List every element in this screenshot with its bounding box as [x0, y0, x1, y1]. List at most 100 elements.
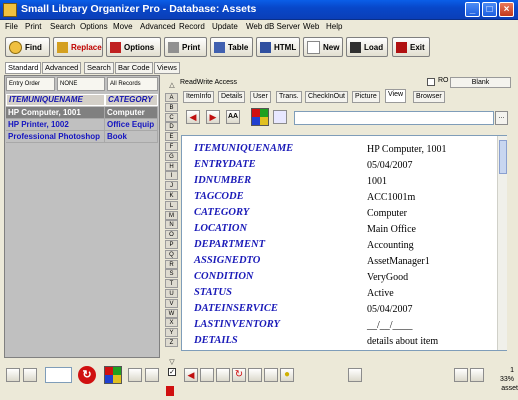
- tab-iteminfo[interactable]: ItemInfo: [183, 91, 215, 103]
- alphabet-letter-t[interactable]: T: [165, 279, 178, 289]
- replace-button[interactable]: Replace: [53, 37, 103, 57]
- tab-search[interactable]: Search: [84, 62, 114, 74]
- check-icon[interactable]: ✓: [168, 368, 176, 376]
- tab-browser[interactable]: Browser: [413, 91, 445, 103]
- alphabet-letter-v[interactable]: V: [165, 298, 178, 308]
- exit-button[interactable]: Exit: [392, 37, 430, 57]
- menu-update[interactable]: Update: [212, 22, 238, 31]
- delete-icon[interactable]: [216, 368, 230, 382]
- alphabet-letter-r[interactable]: R: [165, 259, 178, 269]
- alphabet-letter-h[interactable]: H: [165, 161, 178, 171]
- alphabet-letter-q[interactable]: Q: [165, 249, 178, 259]
- scroll-thumb[interactable]: [499, 140, 507, 174]
- menu-web-db-server[interactable]: Web dB Server: [246, 22, 300, 31]
- blank-button[interactable]: Blank: [450, 77, 511, 88]
- refresh-icon[interactable]: ↻: [78, 366, 96, 384]
- alphabet-letter-d[interactable]: D: [165, 122, 178, 132]
- url-input[interactable]: [294, 111, 494, 125]
- scroll-up-icon[interactable]: △: [167, 81, 177, 91]
- tab-checkinout[interactable]: CheckInOut: [305, 91, 348, 103]
- tab-bar-code[interactable]: Bar Code: [115, 62, 153, 74]
- menu-web[interactable]: Web: [303, 22, 319, 31]
- save-record-icon[interactable]: [348, 368, 362, 382]
- color-grid-icon[interactable]: [104, 366, 122, 384]
- none-sort-button[interactable]: NONE: [57, 77, 105, 91]
- find-button[interactable]: Find: [5, 37, 50, 57]
- column-header-itemuniquename[interactable]: ITEMUNIQUENAME: [6, 94, 105, 106]
- alphabet-letter-l[interactable]: L: [165, 200, 178, 210]
- html-button[interactable]: HTML: [256, 37, 300, 57]
- tab-advanced[interactable]: Advanced: [42, 62, 82, 74]
- menu-print[interactable]: Print: [25, 22, 41, 31]
- table-row-cell[interactable]: Professional Photoshop: [6, 131, 105, 143]
- font-size-icon[interactable]: AA: [226, 110, 240, 124]
- alphabet-letter-e[interactable]: E: [165, 132, 178, 142]
- maximize-icon[interactable]: □: [482, 2, 497, 17]
- table-row-cell[interactable]: Office Equip: [105, 119, 158, 131]
- alphabet-letter-x[interactable]: X: [165, 318, 178, 328]
- menu-file[interactable]: File: [5, 22, 18, 31]
- menu-advanced[interactable]: Advanced: [140, 22, 176, 31]
- alphabet-letter-c[interactable]: C: [165, 112, 178, 122]
- alphabet-letter-o[interactable]: O: [165, 230, 178, 240]
- table-row-cell[interactable]: Book: [105, 131, 158, 143]
- print-record-icon[interactable]: [200, 368, 214, 382]
- color-palette-icon[interactable]: [251, 108, 269, 126]
- paste-record-icon[interactable]: [264, 368, 278, 382]
- alphabet-letter-b[interactable]: B: [165, 102, 178, 112]
- new-button[interactable]: New: [303, 37, 343, 57]
- lightbulb-icon[interactable]: ●: [280, 368, 294, 382]
- alphabet-letter-p[interactable]: P: [165, 240, 178, 249]
- alphabet-letter-g[interactable]: G: [165, 151, 178, 161]
- record-number-input[interactable]: [45, 367, 72, 383]
- alphabet-letter-a[interactable]: A: [165, 93, 178, 102]
- tab-views[interactable]: Views: [154, 62, 180, 74]
- layout-icon[interactable]: [273, 110, 287, 124]
- alphabet-letter-s[interactable]: S: [165, 269, 178, 279]
- alphabet-letter-m[interactable]: M: [165, 210, 178, 220]
- table-button[interactable]: Table: [210, 37, 253, 57]
- options-button[interactable]: Options: [106, 37, 161, 57]
- ro-checkbox[interactable]: [427, 78, 435, 86]
- alphabet-letter-j[interactable]: J: [165, 181, 178, 191]
- back-arrow-icon[interactable]: ◀: [186, 110, 200, 124]
- table-row-cell[interactable]: HP Printer, 1002: [6, 119, 105, 131]
- tab-view[interactable]: View: [385, 89, 407, 103]
- menu-record[interactable]: Record: [179, 22, 205, 31]
- column-header-category[interactable]: CATEGORY: [105, 94, 158, 106]
- alphabet-letter-k[interactable]: K: [165, 191, 178, 200]
- alphabet-letter-n[interactable]: N: [165, 220, 178, 230]
- close-icon[interactable]: ×: [499, 2, 514, 17]
- alphabet-letter-w[interactable]: W: [165, 308, 178, 318]
- alphabet-letter-u[interactable]: U: [165, 289, 178, 298]
- last-record-icon[interactable]: [145, 368, 159, 382]
- next-record-icon[interactable]: [128, 368, 142, 382]
- browse-button[interactable]: ...: [495, 111, 508, 125]
- copy-record-icon[interactable]: [248, 368, 262, 382]
- print-button[interactable]: Print: [164, 37, 207, 57]
- alphabet-letter-f[interactable]: F: [165, 142, 178, 151]
- alphabet-letter-z[interactable]: Z: [165, 338, 178, 347]
- tab-standard[interactable]: Standard: [5, 62, 42, 74]
- tab-trans[interactable]: Trans.: [276, 91, 302, 103]
- back-icon[interactable]: ◀: [184, 368, 198, 382]
- menu-help[interactable]: Help: [326, 22, 342, 31]
- all-records-button[interactable]: All Records: [107, 77, 158, 91]
- menu-search[interactable]: Search: [50, 22, 75, 31]
- first-record-icon[interactable]: [6, 368, 20, 382]
- prev-page-icon[interactable]: [454, 368, 468, 382]
- menu-options[interactable]: Options: [80, 22, 108, 31]
- view-scrollbar[interactable]: [497, 136, 507, 350]
- entry-order-button[interactable]: Entry Order: [6, 77, 55, 91]
- refresh-record-icon[interactable]: ↻: [232, 368, 246, 382]
- load-button[interactable]: Load: [346, 37, 388, 57]
- menu-move[interactable]: Move: [113, 22, 133, 31]
- tab-details[interactable]: Details: [218, 91, 246, 103]
- alphabet-letter-y[interactable]: Y: [165, 328, 178, 338]
- tab-user[interactable]: User: [250, 91, 271, 103]
- table-row-cell[interactable]: HP Computer, 1001: [6, 107, 105, 119]
- alphabet-letter-i[interactable]: I: [165, 171, 178, 181]
- tab-picture[interactable]: Picture: [352, 91, 380, 103]
- table-row-cell[interactable]: Computer: [105, 107, 158, 119]
- prev-record-icon[interactable]: [23, 368, 37, 382]
